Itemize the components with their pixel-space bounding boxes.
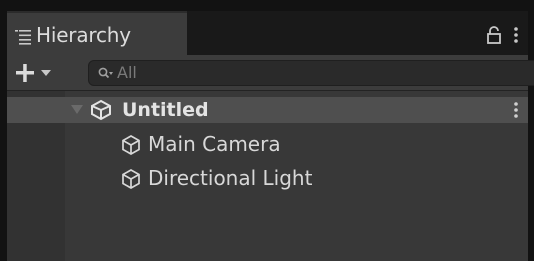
scene-name: Untitled [122,99,209,121]
hierarchy-window: Hierarchy All Untitled Main Camera Direc… [0,0,534,261]
tab-hierarchy[interactable]: Hierarchy [7,11,187,55]
hierarchy-item-main-camera[interactable]: Main Camera [7,129,528,159]
search-input[interactable]: All [88,60,534,86]
hierarchy-item-directional-light[interactable]: Directional Light [7,163,528,193]
expand-arrow-icon[interactable] [71,105,83,115]
unity-scene-icon [91,99,111,121]
tab-label: Hierarchy [36,23,131,47]
chevron-down-icon [41,70,51,76]
search-placeholder: All [117,63,137,82]
item-label: Directional Light [148,166,313,190]
hierarchy-toolbar: All [7,55,534,91]
kebab-menu-icon[interactable] [512,100,520,120]
plus-icon [16,64,34,82]
list-icon [15,30,31,45]
hierarchy-tree: Untitled Main Camera Directional Light [7,91,528,261]
item-label: Main Camera [148,132,281,156]
gameobject-cube-icon [122,135,140,155]
scene-row[interactable]: Untitled [7,97,528,123]
search-icon [98,67,113,79]
kebab-menu-icon[interactable] [512,25,520,45]
tab-bar: Hierarchy [7,11,528,55]
add-dropdown-button[interactable] [11,59,57,87]
gameobject-cube-icon [122,169,140,189]
lock-icon[interactable] [486,25,502,45]
